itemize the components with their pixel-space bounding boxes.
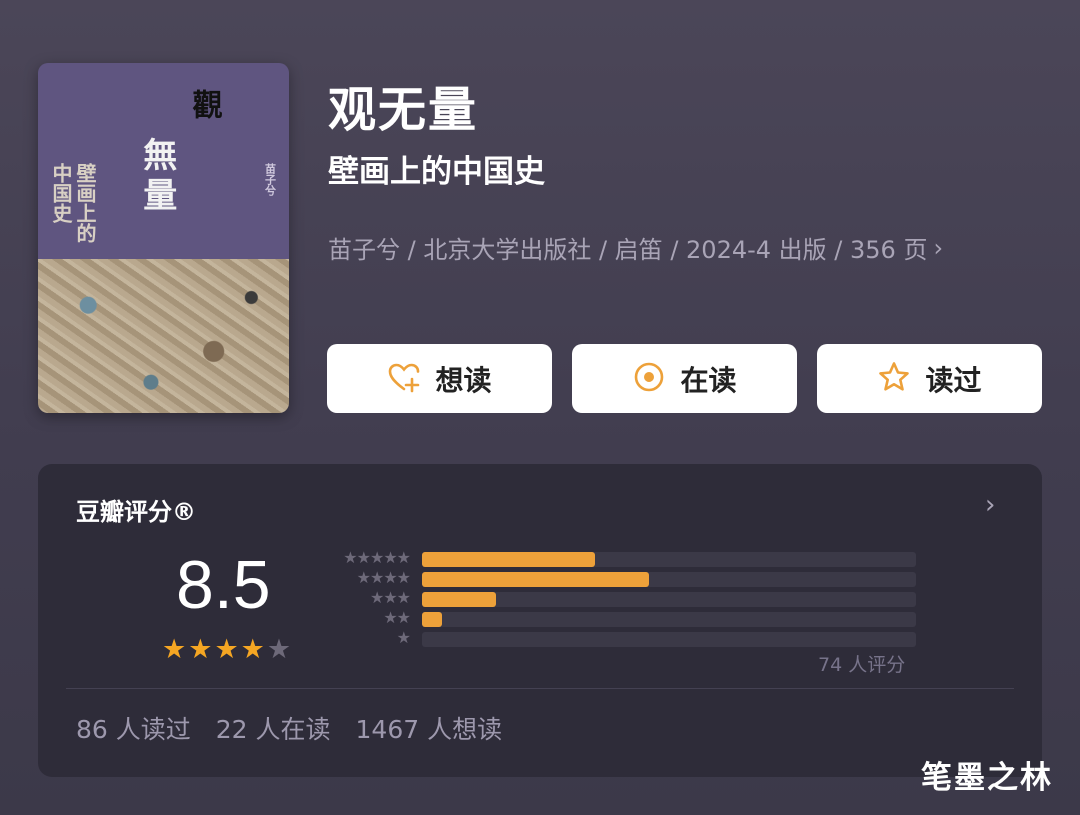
distribution-bar-track bbox=[422, 572, 916, 587]
distribution-bar-fill bbox=[422, 612, 442, 627]
rating-distribution-row: ★★ bbox=[318, 608, 916, 628]
book-title: 观无量 bbox=[328, 82, 479, 138]
distribution-bar-fill bbox=[422, 552, 595, 567]
star-filled-icon: ★ bbox=[214, 634, 239, 665]
rating-stars: ★ ★ ★ ★ ★ bbox=[162, 636, 291, 663]
distribution-stars-icon: ★★★★★ bbox=[343, 548, 411, 567]
book-subtitle: 壁画上的中国史 bbox=[328, 154, 545, 190]
rating-distribution-row: ★★★★★ bbox=[318, 548, 916, 568]
distribution-bar-fill bbox=[422, 592, 497, 607]
book-meta-text: 苗子兮 / 北京大学出版社 / 启笛 / 2024-4 出版 / 356 页 bbox=[328, 236, 928, 264]
stat-reading[interactable]: 22 人在读 bbox=[216, 710, 331, 746]
rating-distribution-row: ★★★★ bbox=[318, 568, 916, 588]
distribution-bar-track bbox=[422, 632, 916, 647]
rating-distribution-row: ★ bbox=[318, 628, 916, 648]
cover-mural-art bbox=[38, 259, 289, 413]
watermark: 笔墨之林 bbox=[921, 760, 1053, 796]
cover-subtitle-1: 壁画上的 bbox=[73, 163, 97, 243]
rating-distribution-row: ★★★ bbox=[318, 588, 916, 608]
have-read-label: 读过 bbox=[925, 363, 982, 397]
distribution-bar-fill bbox=[422, 572, 650, 587]
star-empty-icon: ★ bbox=[266, 634, 292, 665]
distribution-bar-track bbox=[422, 612, 916, 627]
star-outline-icon bbox=[877, 360, 911, 398]
want-to-read-label: 想读 bbox=[435, 363, 492, 397]
have-read-button[interactable]: 读过 bbox=[817, 344, 1042, 413]
cover-wu-chars: 無量 bbox=[136, 137, 177, 217]
cover-subtitle-2: 中国史 bbox=[49, 163, 73, 223]
reading-label: 在读 bbox=[680, 363, 737, 397]
cover-guan-char: 觀 bbox=[186, 89, 222, 119]
target-icon bbox=[632, 360, 666, 398]
heart-plus-icon bbox=[387, 360, 421, 398]
distribution-stars-icon: ★★★ bbox=[369, 588, 411, 607]
book-cover[interactable]: 觀 無量 壁画上的 中国史 苗子兮 bbox=[38, 63, 289, 413]
rating-header: 豆瓣评分® bbox=[76, 498, 196, 526]
star-filled-icon: ★ bbox=[162, 634, 187, 665]
rating-count: 74 人评分 bbox=[818, 654, 906, 676]
rating-card[interactable]: 豆瓣评分® › 8.5 ★ ★ ★ ★ ★ ★★★★★ ★★★★ ★★★ ★★ ★ 74 人评分… bbox=[38, 464, 1042, 777]
chevron-right-icon: › bbox=[933, 233, 944, 262]
want-to-read-button[interactable]: 想读 bbox=[327, 344, 552, 413]
star-filled-icon: ★ bbox=[240, 634, 265, 665]
star-filled-icon: ★ bbox=[188, 634, 213, 665]
distribution-bar-track bbox=[422, 552, 916, 567]
distribution-bar-track bbox=[422, 592, 916, 607]
distribution-stars-icon: ★★★★ bbox=[356, 568, 411, 587]
distribution-stars-icon: ★★ bbox=[383, 608, 411, 627]
cover-author: 苗子兮 bbox=[263, 163, 277, 196]
reading-button[interactable]: 在读 bbox=[572, 344, 797, 413]
rating-score: 8.5 bbox=[176, 547, 271, 623]
distribution-stars-icon: ★ bbox=[396, 628, 411, 647]
stat-want[interactable]: 1467 人想读 bbox=[356, 710, 503, 746]
stat-read[interactable]: 86 人读过 bbox=[76, 710, 191, 746]
reader-stats: 86 人读过 22 人在读 1467 人想读 bbox=[76, 710, 502, 746]
divider bbox=[66, 688, 1014, 689]
book-meta-link[interactable]: 苗子兮 / 北京大学出版社 / 启笛 / 2024-4 出版 / 356 页 › bbox=[328, 230, 943, 265]
chevron-right-icon[interactable]: › bbox=[985, 490, 995, 520]
